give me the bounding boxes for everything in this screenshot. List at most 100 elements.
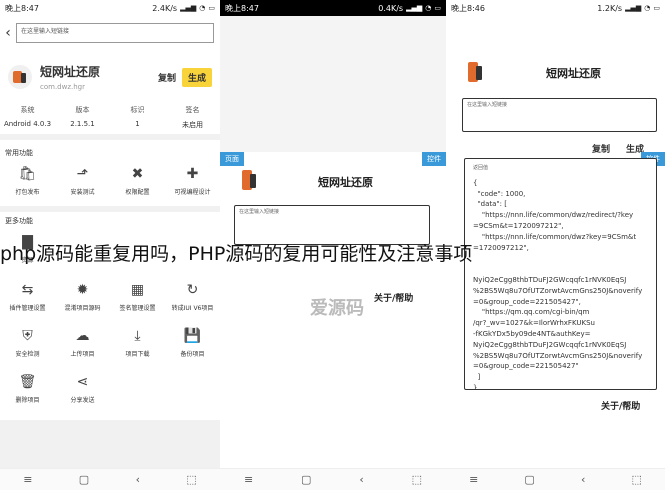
back-chevron-icon[interactable]: ‹	[0, 25, 16, 41]
bag-icon: 🛍	[18, 166, 37, 182]
grid-item-plugins[interactable]: ⇆ 插件管理设置	[0, 280, 55, 328]
result-line: NyiQ2eCgg8thbTDuFJ2GWcqqfc1rNVK0EqSJ	[473, 275, 627, 284]
trash-icon: 🗑	[18, 374, 37, 390]
result-line: ]	[473, 373, 481, 382]
wifi-icon: ◔	[425, 4, 432, 12]
stat-version: 版本 2.1.5.1	[70, 106, 95, 128]
back-icon[interactable]: ‹	[359, 473, 363, 486]
result-line: "code": 1000,	[473, 189, 526, 198]
signal-icon: ▂▄▆	[625, 4, 642, 12]
about-help-link[interactable]: 关于/帮助	[374, 291, 413, 304]
result-line: }	[473, 383, 478, 390]
common-functions-grid: 🛍 打包发布 ⬏ 安装测试 ✖ 权限配置 ✚ 可视编程设计	[0, 164, 220, 212]
result-line: /qr?_wv=1027&k=IlorWrhxFKUKSu	[473, 319, 595, 328]
network-speed: 1.2K/s	[597, 3, 623, 13]
grid-item-permissions[interactable]: ✖ 权限配置	[110, 164, 165, 212]
network-speed: 2.4K/s	[152, 3, 178, 13]
grid-item-package[interactable]: 🛍 打包发布	[0, 164, 55, 212]
result-line: %2BS5Wq8u7OfUTZorwtAvcmGns250J&noverify	[473, 286, 643, 295]
url-header: ‹ 在这里输入短链接	[0, 16, 220, 50]
status-time: 晚上8:46	[451, 3, 485, 13]
short-url-label: 在这里输入短链接	[21, 28, 70, 35]
empty-area	[0, 420, 220, 468]
grid-item-security[interactable]: ⛨ 安全检测	[0, 326, 55, 374]
share-icon: ⋖	[76, 374, 89, 390]
status-bar: 晚上8:47 0.4K/s ▂▄▆ ◔ ▭	[220, 0, 446, 16]
grid-item-visual-design[interactable]: ✚ 可视编程设计	[165, 164, 220, 212]
menu-icon[interactable]: ≡	[23, 473, 32, 486]
result-line: "https://nnn.life/common/dwz/redirect/?k…	[473, 211, 634, 220]
menu-icon[interactable]: ≡	[244, 473, 253, 486]
grid-item-download[interactable]: ⤓ 项目下载	[110, 326, 165, 374]
result-textbox[interactable]: 返回值 { "code": 1000, "data": [ "https://n…	[464, 158, 657, 390]
result-line: =0&group_code=221505427"	[473, 362, 579, 371]
grid-item-share[interactable]: ⋖ 分享发送	[55, 372, 110, 420]
install-icon: ⬏	[76, 166, 89, 182]
status-bar: 晚上8:46 1.2K/s ▂▄▆ ◔ ▭	[446, 0, 665, 16]
about-help-link[interactable]: 关于/帮助	[601, 399, 640, 412]
home-icon[interactable]: ▢	[524, 473, 534, 486]
app-name: 短网址还原	[40, 65, 101, 79]
back-icon[interactable]: ‹	[136, 473, 140, 486]
app-logo-icon	[468, 62, 482, 82]
shield-icon: ⛨	[22, 328, 33, 344]
battery-icon: ▭	[434, 4, 441, 12]
network-speed: 0.4K/s	[378, 3, 404, 13]
back-icon[interactable]: ‹	[581, 473, 585, 486]
stat-id: 标识 1	[130, 106, 145, 128]
app-package: com.dwz.hgr	[40, 83, 86, 91]
grid-item-convert[interactable]: ↻ 转成IUI V6项目	[165, 280, 220, 328]
short-url-input[interactable]: 在这里输入短链接	[462, 98, 657, 132]
grid-item-obfuscate[interactable]: ✹ 混淆项目源码	[55, 280, 110, 328]
result-line: "data": [	[473, 200, 507, 209]
app-logo-icon	[242, 170, 256, 190]
copy-button[interactable]: 复制	[152, 69, 182, 86]
more-functions-row-3: ⛨ 安全检测 ☁ 上传项目 ⤓ 项目下载 💾 备份项目	[0, 326, 220, 374]
battery-icon: ▭	[208, 4, 215, 12]
save-icon: 💾	[183, 328, 202, 344]
result-line: %2BS5Wq8u7OfUTZorwtAvcmGns250J&noverify	[473, 351, 643, 360]
short-url-label: 在这里输入短链接	[239, 209, 280, 215]
nav-bar: ≡ ▢ ‹ ⬚	[220, 468, 446, 490]
app-info-row: 短网址还原 com.dwz.hgr 复制 生成	[8, 52, 212, 102]
result-line: NyiQ2eCgg8thbTDuFJ2GWcqqfc1rNVK0EqSJ	[473, 340, 627, 349]
grid-item-install-test[interactable]: ⬏ 安装测试	[55, 164, 110, 212]
tab-controls[interactable]: 控件	[422, 152, 446, 166]
status-bar: 晚上8:47 2.4K/s ▂▄▆ ◔ ▭	[0, 0, 220, 16]
status-time: 晚上8:47	[5, 3, 39, 13]
short-url-label: 在这里输入短链接	[467, 102, 508, 108]
recent-apps-icon[interactable]: ⬚	[412, 473, 422, 486]
refresh-icon: ↻	[186, 282, 199, 298]
status-time: 晚上8:47	[225, 3, 259, 13]
puzzle-icon: ✚	[186, 166, 199, 182]
stat-signature: 签名 未启用	[182, 106, 203, 129]
home-icon[interactable]: ▢	[301, 473, 311, 486]
article-caption: php源码能重复用吗，PHP源码的复用可能性及注意事项	[0, 243, 473, 265]
home-icon[interactable]: ▢	[79, 473, 89, 486]
signal-icon: ▂▄▆	[406, 4, 423, 12]
generate-button[interactable]: 生成	[181, 67, 212, 87]
wifi-icon: ◔	[644, 4, 651, 12]
signature-icon: ▦	[130, 282, 145, 298]
nav-bar: ≡ ▢ ‹ ⬚	[446, 468, 665, 490]
battery-icon: ▭	[653, 4, 660, 12]
download-icon: ⤓	[134, 328, 141, 344]
recent-apps-icon[interactable]: ⬚	[186, 473, 196, 486]
tab-page[interactable]: 页面	[220, 152, 244, 166]
copy-button[interactable]: 复制	[586, 140, 616, 157]
divider	[0, 134, 220, 140]
grid-item-delete[interactable]: 🗑 删除项目	[0, 372, 55, 420]
grid-item-upload[interactable]: ☁ 上传项目	[55, 326, 110, 374]
app-title: 短网址还原	[318, 176, 373, 189]
divider	[0, 206, 220, 212]
recent-apps-icon[interactable]: ⬚	[632, 473, 642, 486]
short-url-input[interactable]: 在这里输入短链接	[16, 23, 214, 43]
app-stats: 系统 Android 4.0.3 版本 2.1.5.1 标识 1 签名 未启用	[0, 105, 220, 131]
more-section-title: 更多功能	[5, 217, 33, 225]
more-functions-row-2: ⇆ 插件管理设置 ✹ 混淆项目源码 ▦ 签名管理设置 ↻ 转成IUI V6项目	[0, 280, 220, 328]
grid-item-signature[interactable]: ▦ 签名管理设置	[110, 280, 165, 328]
menu-icon[interactable]: ≡	[469, 473, 478, 486]
watermark-logo: 爱源码	[310, 298, 364, 319]
grid-item-backup[interactable]: 💾 备份项目	[165, 326, 220, 374]
nav-bar: ≡ ▢ ‹ ⬚	[0, 468, 220, 490]
